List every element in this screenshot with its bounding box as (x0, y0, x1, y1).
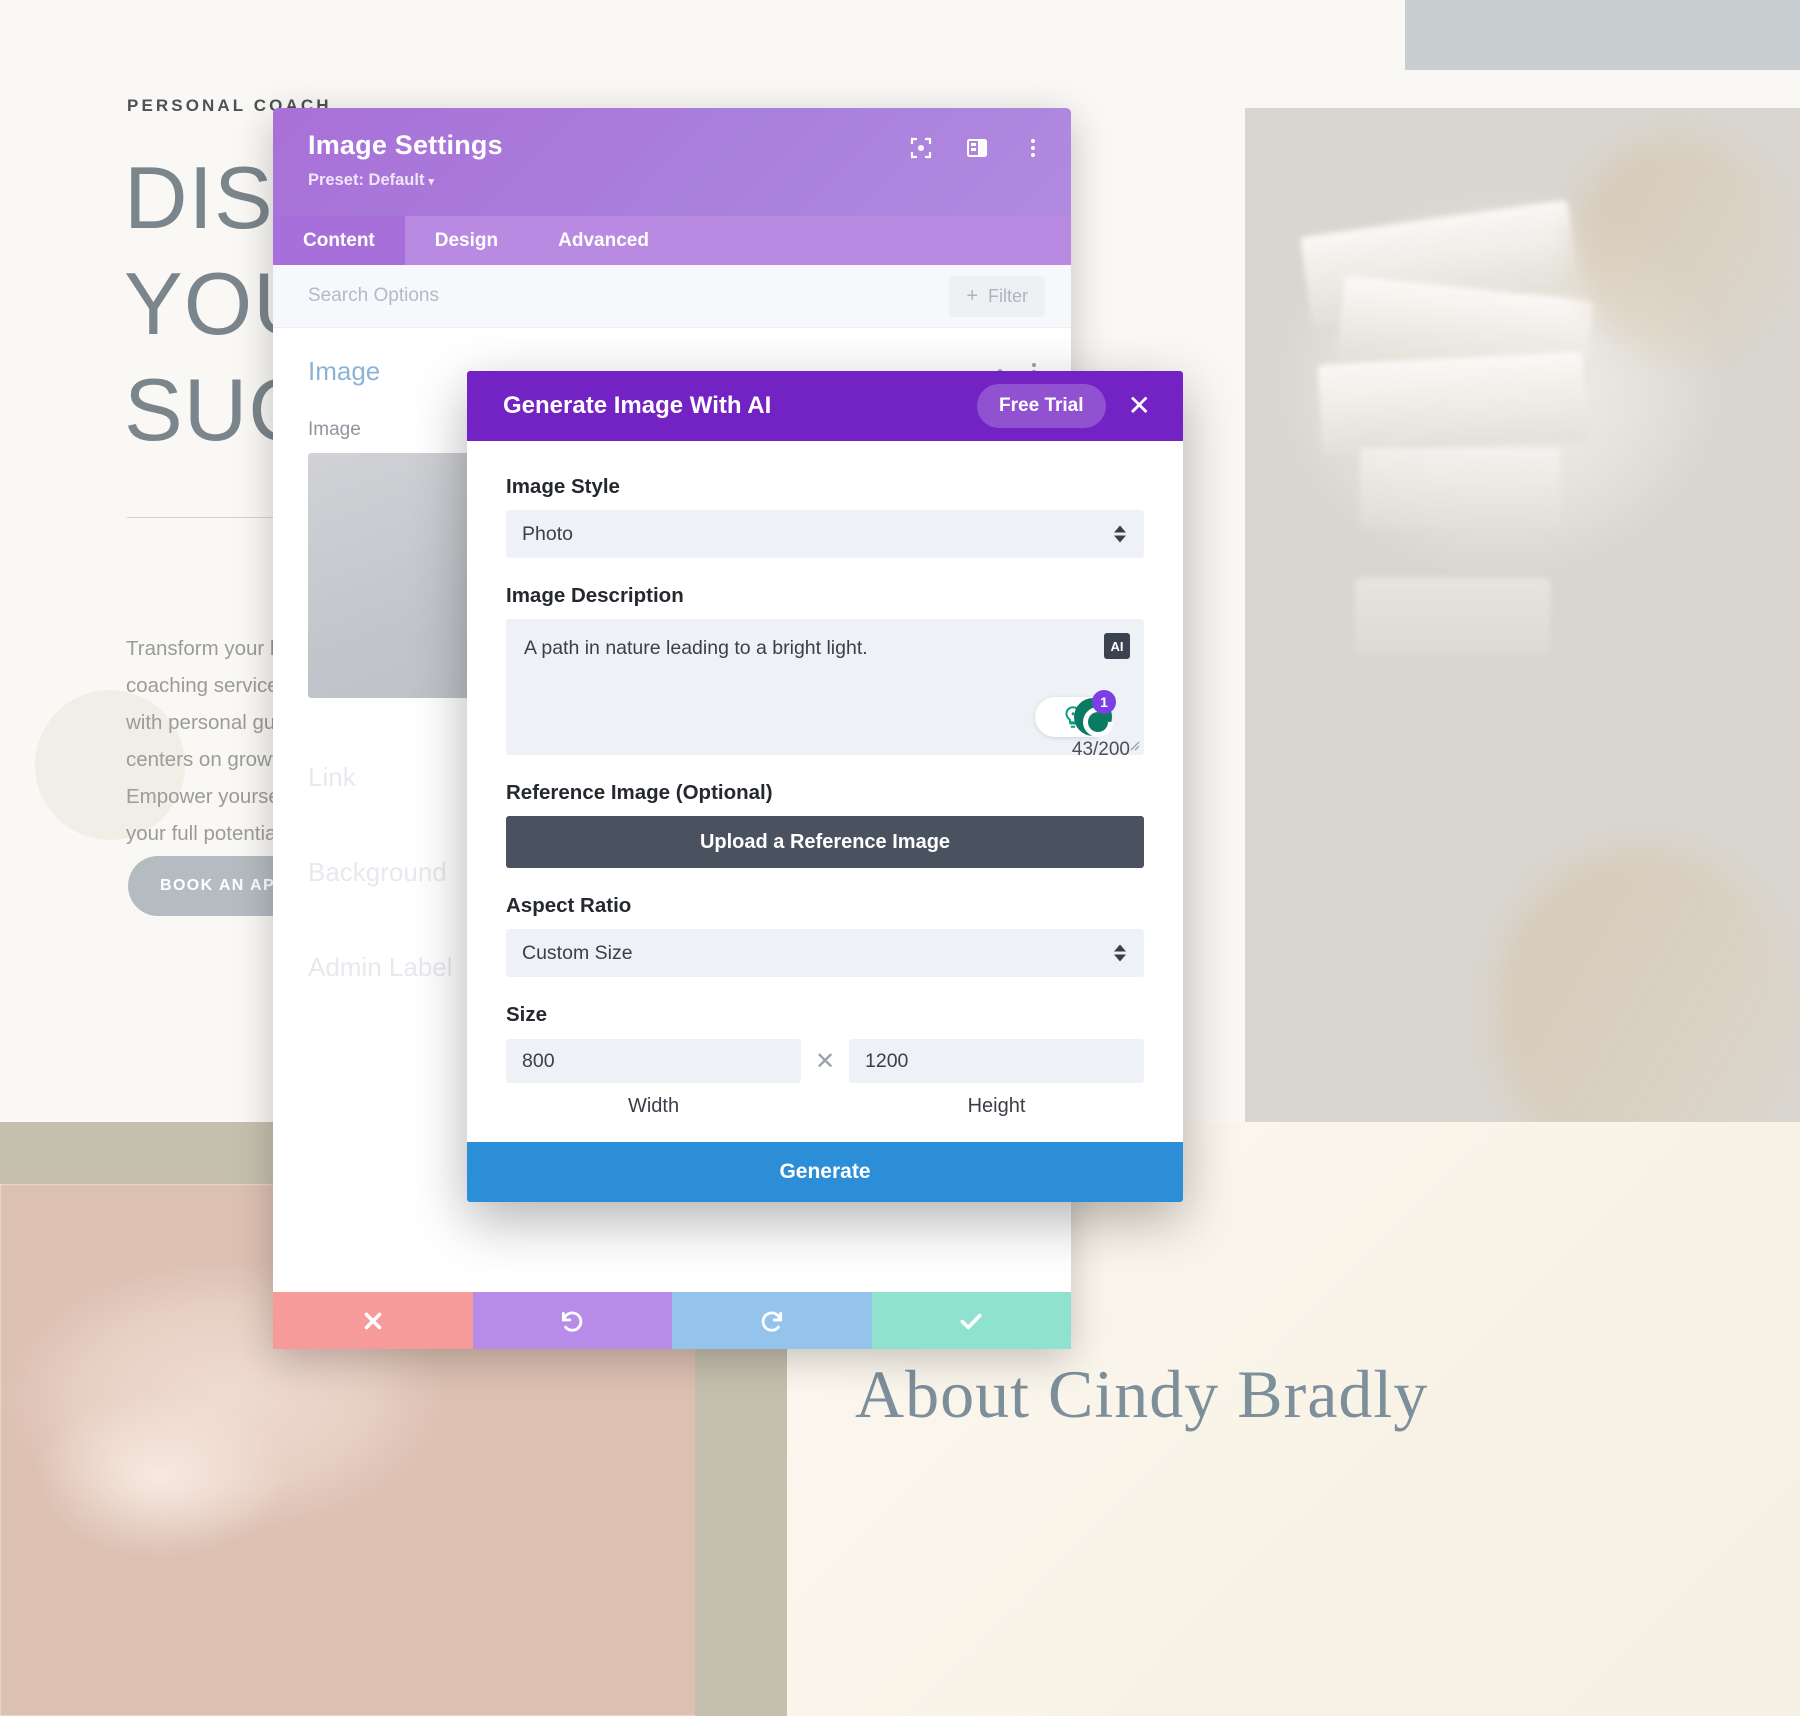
character-counter: 43/200 (1071, 739, 1130, 760)
select-spinner-icon (1114, 525, 1126, 543)
size-label: Size (506, 1003, 548, 1026)
width-caption: Width (627, 1095, 680, 1117)
settings-panel-footer (273, 1292, 1071, 1349)
filter-button[interactable]: + Filter (949, 275, 1045, 317)
preset-label: Preset: Default (308, 171, 425, 189)
check-icon (960, 1313, 982, 1329)
redo-icon (761, 1311, 782, 1332)
size-input-row: ✕ (506, 1039, 1144, 1083)
select-spinner-icon (1114, 944, 1126, 962)
save-button[interactable] (871, 1292, 1071, 1349)
search-options-bar: + Filter (273, 265, 1071, 328)
settings-header-icon-group (909, 136, 1045, 160)
about-section-title: About Cindy Bradly (855, 1356, 1429, 1432)
decor-block (1317, 351, 1588, 455)
grammarly-suggestion-count: 1 (1092, 690, 1116, 714)
redo-button[interactable] (672, 1292, 872, 1349)
ai-modal-body: Image Style Photo Image Description A pa… (467, 441, 1183, 1142)
chevron-down-icon: ▾ (428, 176, 434, 188)
height-caption: Height (967, 1095, 1026, 1117)
decor-band-top-right (1405, 0, 1800, 70)
tab-advanced[interactable]: Advanced (528, 216, 679, 265)
cancel-button[interactable] (273, 1292, 473, 1349)
size-captions: Width Height (506, 1095, 1144, 1118)
kebab-menu-icon[interactable] (1021, 136, 1045, 160)
image-style-value: Photo (522, 522, 573, 545)
screen-root: About Cindy Bradly PERSONAL COACH DISCOV… (0, 0, 1800, 1716)
image-description-value: A path in nature leading to a bright lig… (524, 637, 868, 659)
focus-target-icon[interactable] (909, 136, 933, 160)
tab-content[interactable]: Content (273, 216, 405, 265)
ai-modal-footer: Generate (467, 1142, 1183, 1202)
decor-band-bottom (695, 1345, 787, 1716)
generate-image-ai-modal: Generate Image With AI Free Trial ✕ Imag… (467, 371, 1183, 1202)
close-icon (364, 1312, 382, 1329)
plus-icon: + (966, 284, 978, 307)
grammarly-widget[interactable]: 1 (1035, 690, 1116, 737)
undo-button[interactable] (472, 1292, 672, 1349)
layout-columns-icon[interactable] (965, 136, 989, 160)
settings-panel-header: Image Settings Preset: Default ▾ (273, 108, 1071, 216)
aspect-ratio-value: Custom Size (522, 941, 633, 964)
hero-photo-blocks (1245, 108, 1800, 1253)
search-input[interactable] (308, 285, 950, 307)
decor-block (1360, 448, 1560, 528)
decor-block (1355, 578, 1550, 653)
ai-modal-header: Generate Image With AI Free Trial ✕ (467, 371, 1183, 441)
image-style-label: Image Style (506, 475, 620, 498)
close-icon[interactable]: ✕ (1118, 388, 1161, 424)
reference-image-label: Reference Image (Optional) (506, 781, 773, 804)
settings-tab-bar: Content Design Advanced (273, 216, 1071, 265)
image-description-textarea[interactable]: A path in nature leading to a bright lig… (506, 619, 1144, 760)
ai-modal-header-actions: Free Trial ✕ (977, 384, 1161, 428)
aspect-ratio-select[interactable]: Custom Size (506, 929, 1144, 977)
ai-assist-icon[interactable]: AI (1104, 633, 1130, 659)
decor-band-left (0, 1122, 290, 1184)
filter-button-label: Filter (988, 285, 1028, 306)
ai-modal-title: Generate Image With AI (503, 392, 772, 419)
decor-wheat (1575, 138, 1785, 358)
height-input[interactable] (849, 1039, 1144, 1083)
resize-grip-icon[interactable] (1126, 737, 1140, 751)
free-trial-badge[interactable]: Free Trial (977, 384, 1106, 428)
aspect-ratio-label: Aspect Ratio (506, 894, 632, 917)
image-description-label: Image Description (506, 584, 684, 607)
generate-button[interactable]: Generate (467, 1142, 1183, 1202)
image-style-select[interactable]: Photo (506, 510, 1144, 558)
image-section-title: Image (308, 356, 381, 386)
preset-selector[interactable]: Preset: Default ▾ (308, 171, 1045, 190)
tab-design[interactable]: Design (405, 216, 528, 265)
size-separator-icon: ✕ (814, 1047, 836, 1075)
width-input[interactable] (506, 1039, 801, 1083)
upload-reference-image-button[interactable]: Upload a Reference Image (506, 816, 1144, 868)
undo-icon (562, 1311, 583, 1332)
